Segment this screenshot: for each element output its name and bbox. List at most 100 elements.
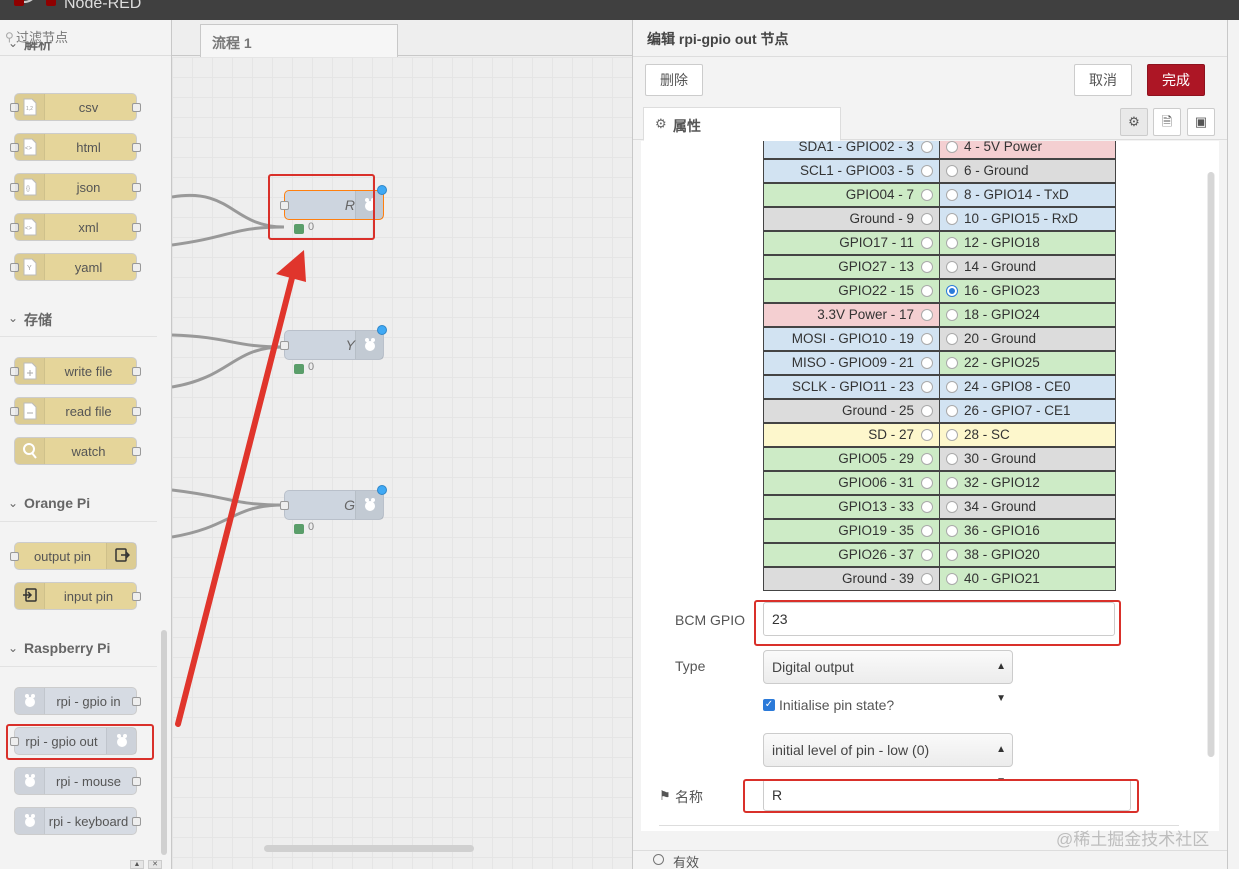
gpio-pin-option[interactable]: 14 - Ground xyxy=(939,255,1116,279)
pin-radio[interactable] xyxy=(946,525,958,537)
gpio-pin-option[interactable]: 38 - GPIO20 xyxy=(939,543,1116,567)
pin-radio[interactable] xyxy=(921,333,933,345)
pin-radio[interactable] xyxy=(921,501,933,513)
pin-radio[interactable] xyxy=(946,237,958,249)
gpio-pin-option[interactable]: SD - 27 xyxy=(763,423,940,447)
type-select[interactable]: Digital output ▲ ▼ xyxy=(763,650,1013,704)
gpio-pin-option[interactable]: 18 - GPIO24 xyxy=(939,303,1116,327)
gpio-pin-option[interactable]: GPIO26 - 37 xyxy=(763,543,940,567)
gpio-pin-option[interactable]: MISO - GPIO09 - 21 xyxy=(763,351,940,375)
gpio-pin-option[interactable]: GPIO13 - 33 xyxy=(763,495,940,519)
tab-properties[interactable]: ⚙ 属性 xyxy=(643,107,841,141)
appearance-icon[interactable]: ▣ xyxy=(1187,108,1215,136)
pin-radio[interactable] xyxy=(946,429,958,441)
pin-radio[interactable] xyxy=(921,261,933,273)
tab-label: 属性 xyxy=(673,118,701,134)
pin-radio[interactable] xyxy=(946,357,958,369)
initial-level-select[interactable]: initial level of pin - low (0) ▲▼ xyxy=(763,733,1013,787)
pin-label: Ground - 39 xyxy=(841,571,914,586)
enabled-toggle-icon[interactable] xyxy=(653,854,664,865)
gpio-pin-option[interactable]: GPIO17 - 11 xyxy=(763,231,940,255)
gpio-pin-option[interactable]: GPIO05 - 29 xyxy=(763,447,940,471)
editor-title: 编辑 rpi-gpio out 节点 xyxy=(647,31,789,47)
pin-radio[interactable] xyxy=(921,309,933,321)
tag-icon: ⚑ xyxy=(659,788,671,803)
pin-radio[interactable] xyxy=(921,141,933,153)
gpio-pin-option[interactable]: SCLK - GPIO11 - 23 xyxy=(763,375,940,399)
pin-label: GPIO26 - 37 xyxy=(838,547,914,562)
pin-label: GPIO17 - 11 xyxy=(839,235,914,250)
pin-radio[interactable] xyxy=(921,477,933,489)
init-pin-state-checkbox[interactable]: ✓ xyxy=(763,699,775,711)
pin-label: 4 - 5V Power xyxy=(964,141,1043,154)
pin-radio[interactable] xyxy=(946,309,958,321)
pin-radio[interactable] xyxy=(946,477,958,489)
pin-radio[interactable] xyxy=(921,189,933,201)
pin-radio[interactable] xyxy=(946,189,958,201)
gpio-pin-option[interactable]: GPIO04 - 7 xyxy=(763,183,940,207)
gpio-pin-option[interactable]: 3.3V Power - 17 xyxy=(763,303,940,327)
gpio-pin-option[interactable]: GPIO06 - 31 xyxy=(763,471,940,495)
gpio-pin-option[interactable]: 24 - GPIO8 - CE0 xyxy=(939,375,1116,399)
gpio-pin-option[interactable]: SCL1 - GPIO03 - 5 xyxy=(763,159,940,183)
pin-label: Ground - 9 xyxy=(849,211,914,226)
settings-gear-icon[interactable]: ⚙ xyxy=(1120,108,1148,136)
pin-radio[interactable] xyxy=(946,261,958,273)
gpio-pin-option[interactable]: 40 - GPIO21 xyxy=(939,567,1116,591)
pin-radio[interactable] xyxy=(921,213,933,225)
gpio-pin-option[interactable]: 4 - 5V Power xyxy=(939,141,1116,159)
gpio-pin-option[interactable]: 16 - GPIO23 xyxy=(939,279,1116,303)
gpio-pin-option[interactable]: 34 - Ground xyxy=(939,495,1116,519)
gpio-pin-option[interactable]: 28 - SC xyxy=(939,423,1116,447)
pin-radio[interactable] xyxy=(921,285,933,297)
gpio-pin-option[interactable]: 26 - GPIO7 - CE1 xyxy=(939,399,1116,423)
pin-radio[interactable] xyxy=(921,573,933,585)
pin-radio[interactable] xyxy=(921,357,933,369)
pin-label: 30 - Ground xyxy=(964,451,1037,466)
pin-label: GPIO13 - 33 xyxy=(838,499,914,514)
pin-radio[interactable] xyxy=(921,525,933,537)
pin-radio[interactable] xyxy=(946,333,958,345)
pin-radio[interactable] xyxy=(946,285,958,297)
gpio-pin-option[interactable]: Ground - 9 xyxy=(763,207,940,231)
gpio-pin-option[interactable]: 30 - Ground xyxy=(939,447,1116,471)
gpio-pin-option[interactable]: 22 - GPIO25 xyxy=(939,351,1116,375)
gpio-pin-option[interactable]: 8 - GPIO14 - TxD xyxy=(939,183,1116,207)
gpio-pin-option[interactable]: MOSI - GPIO10 - 19 xyxy=(763,327,940,351)
editor-scrollbar[interactable] xyxy=(1208,172,1214,757)
pin-radio[interactable] xyxy=(946,141,958,153)
pin-radio[interactable] xyxy=(921,549,933,561)
pin-label: 38 - GPIO20 xyxy=(964,547,1040,562)
gpio-pin-option[interactable]: 12 - GPIO18 xyxy=(939,231,1116,255)
description-icon[interactable]: 🗎 xyxy=(1153,108,1181,136)
pin-radio[interactable] xyxy=(946,501,958,513)
pin-radio[interactable] xyxy=(921,165,933,177)
gpio-pin-option[interactable]: 6 - Ground xyxy=(939,159,1116,183)
pin-radio[interactable] xyxy=(921,429,933,441)
gpio-pin-option[interactable]: Ground - 39 xyxy=(763,567,940,591)
right-sidebar[interactable] xyxy=(1227,20,1239,869)
gpio-pin-option[interactable]: GPIO22 - 15 xyxy=(763,279,940,303)
pin-radio[interactable] xyxy=(921,453,933,465)
gpio-pin-option[interactable]: 36 - GPIO16 xyxy=(939,519,1116,543)
pin-radio[interactable] xyxy=(946,405,958,417)
pin-radio[interactable] xyxy=(946,381,958,393)
pin-radio[interactable] xyxy=(921,381,933,393)
pin-radio[interactable] xyxy=(946,213,958,225)
pin-radio[interactable] xyxy=(946,453,958,465)
pin-radio[interactable] xyxy=(946,549,958,561)
pin-radio[interactable] xyxy=(946,573,958,585)
gpio-pin-option[interactable]: GPIO19 - 35 xyxy=(763,519,940,543)
gpio-pin-option[interactable]: GPIO27 - 13 xyxy=(763,255,940,279)
cancel-button[interactable]: 取消 xyxy=(1074,64,1132,96)
gpio-pin-option[interactable]: SDA1 - GPIO02 - 3 xyxy=(763,141,940,159)
gpio-pin-option[interactable]: 10 - GPIO15 - RxD xyxy=(939,207,1116,231)
delete-button[interactable]: 删除 xyxy=(645,64,703,96)
gpio-pin-option[interactable]: 20 - Ground xyxy=(939,327,1116,351)
pin-radio[interactable] xyxy=(921,237,933,249)
gpio-pin-option[interactable]: 32 - GPIO12 xyxy=(939,471,1116,495)
pin-radio[interactable] xyxy=(921,405,933,417)
done-button[interactable]: 完成 xyxy=(1147,64,1205,96)
gpio-pin-option[interactable]: Ground - 25 xyxy=(763,399,940,423)
pin-radio[interactable] xyxy=(946,165,958,177)
